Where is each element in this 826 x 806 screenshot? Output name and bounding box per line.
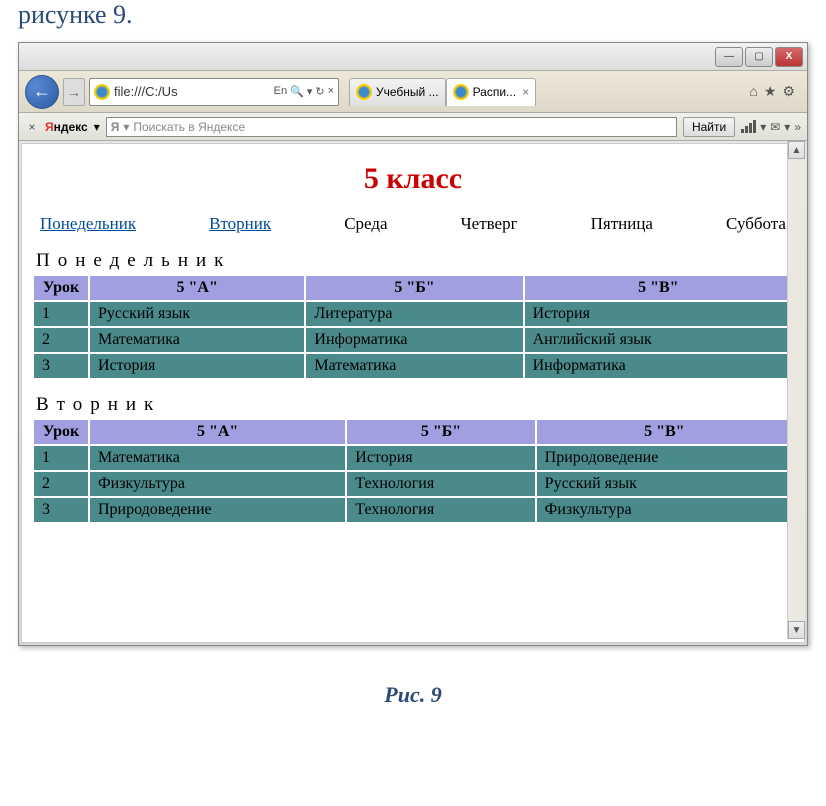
column-header: 5 "А" <box>89 419 346 445</box>
table-cell: Математика <box>89 327 305 353</box>
day-nav-item: Суббота <box>726 214 786 234</box>
forward-button[interactable]: → <box>63 78 85 106</box>
day-header: Понедельник <box>36 250 794 272</box>
stop-button[interactable]: × <box>328 85 334 98</box>
table-row: 2ФизкультураТехнологияРусский язык <box>33 471 793 497</box>
tab-label: Учебный ... <box>376 85 439 99</box>
column-header: 5 "А" <box>89 275 305 301</box>
tools-icon[interactable]: ⚙ <box>782 83 795 100</box>
close-button[interactable]: X <box>775 47 803 67</box>
column-header: 5 "Б" <box>346 419 535 445</box>
home-icon[interactable]: ⌂ <box>749 83 757 100</box>
signal-icon[interactable] <box>741 120 756 133</box>
tab-uchebny[interactable]: Учебный ... <box>349 78 446 106</box>
table-row: 3ПриродоведениеТехнологияФизкультура <box>33 497 793 523</box>
column-header: 5 "В" <box>536 419 793 445</box>
yandex-logo[interactable]: Яндекс <box>45 120 88 134</box>
yandex-more-button[interactable]: » <box>794 120 801 134</box>
table-cell: Физкультура <box>536 497 793 523</box>
days-nav: Понедельник Вторник Среда Четверг Пятница Суб… <box>40 214 786 234</box>
day-nav-item[interactable]: Вторник <box>209 214 271 234</box>
table-cell: 1 <box>33 301 89 327</box>
url-text: file:///C:/Us <box>114 84 270 99</box>
table-cell: Русский язык <box>536 471 793 497</box>
table-cell: Математика <box>305 353 523 379</box>
page-title: 5 класс <box>32 162 794 196</box>
table-row: 2МатематикаИнформатикаАнглийский язык <box>33 327 793 353</box>
scroll-up-icon[interactable]: ▲ <box>788 141 805 159</box>
day-nav-item[interactable]: Понедельник <box>40 214 136 234</box>
yandex-close-icon[interactable]: × <box>25 120 39 134</box>
maximize-button[interactable]: ▢ <box>745 47 773 67</box>
table-cell: Английский язык <box>524 327 793 353</box>
day-header: Вторник <box>36 394 794 416</box>
table-cell: Природоведение <box>536 445 793 471</box>
day-nav-item: Четверг <box>461 214 518 234</box>
lang-indicator: En <box>274 85 287 98</box>
table-cell: 2 <box>33 327 89 353</box>
address-bar[interactable]: file:///C:/Us En 🔍 ▾ ↻ × <box>89 78 339 106</box>
back-button[interactable]: ← <box>25 75 59 109</box>
table-cell: Технология <box>346 497 535 523</box>
table-cell: 1 <box>33 445 89 471</box>
table-cell: Математика <box>89 445 346 471</box>
ie-icon <box>94 84 110 100</box>
table-row: 3ИсторияМатематикаИнформатика <box>33 353 793 379</box>
yandex-dropdown3[interactable]: ▾ <box>784 120 790 134</box>
table-row: 1МатематикаИсторияПриродоведение <box>33 445 793 471</box>
figure-caption: Рис. 9 <box>0 682 826 708</box>
yandex-dropdown-icon[interactable]: ▾ <box>123 120 129 134</box>
search-icon[interactable]: 🔍 <box>290 85 304 98</box>
schedule-table: Урок5 "А"5 "Б"5 "В"1МатематикаИсторияПри… <box>32 418 794 524</box>
yandex-placeholder: Поискать в Яндексе <box>133 120 245 134</box>
tab-label: Распи... <box>473 85 516 99</box>
tab-close-icon[interactable]: × <box>522 85 529 99</box>
column-header: Урок <box>33 419 89 445</box>
schedule-table: Урок5 "А"5 "Б"5 "В"1Русский языкЛитерату… <box>32 274 794 380</box>
surrounding-text: рисунке 9. <box>0 0 826 42</box>
ie-icon <box>356 84 372 100</box>
tab-strip: Учебный ... Распи... × <box>349 78 739 106</box>
yandex-toolbar: × Яндекс ▾ Я ▾ Поискать в Яндексе Найти … <box>19 113 807 141</box>
table-cell: История <box>89 353 305 379</box>
ie-icon <box>453 84 469 100</box>
table-cell: Литература <box>305 301 523 327</box>
table-cell: Природоведение <box>89 497 346 523</box>
table-cell: История <box>346 445 535 471</box>
table-cell: Русский язык <box>89 301 305 327</box>
table-cell: 3 <box>33 353 89 379</box>
table-row: 1Русский языкЛитератураИстория <box>33 301 793 327</box>
scroll-down-icon[interactable]: ▼ <box>788 621 805 639</box>
table-cell: История <box>524 301 793 327</box>
day-nav-item: Пятница <box>591 214 653 234</box>
favorites-icon[interactable]: ★ <box>764 83 777 100</box>
vertical-scrollbar[interactable]: ▲ ▼ <box>787 141 805 639</box>
search-dropdown[interactable]: ▾ <box>307 85 313 98</box>
minimize-button[interactable]: — <box>715 47 743 67</box>
table-cell: Технология <box>346 471 535 497</box>
yandex-mail-icon[interactable]: ✉ <box>770 120 780 134</box>
table-cell: 3 <box>33 497 89 523</box>
column-header: 5 "Б" <box>305 275 523 301</box>
day-nav-item: Среда <box>344 214 387 234</box>
column-header: Урок <box>33 275 89 301</box>
yandex-search-input[interactable]: Я ▾ Поискать в Яндексе <box>106 117 677 137</box>
tab-raspisanie[interactable]: Распи... × <box>446 78 537 106</box>
yandex-menu-dropdown[interactable]: ▾ <box>94 120 100 134</box>
table-cell: Информатика <box>305 327 523 353</box>
title-bar: — ▢ X <box>19 43 807 71</box>
table-cell: Информатика <box>524 353 793 379</box>
yandex-y-icon: Я <box>111 120 120 134</box>
browser-window: — ▢ X ← → file:///C:/Us En 🔍 ▾ ↻ × Учеб <box>18 42 808 646</box>
reload-button[interactable]: ↻ <box>315 85 324 98</box>
yandex-dropdown2[interactable]: ▾ <box>760 120 766 134</box>
page-content: 5 класс Понедельник Вторник Среда Четверг Пя… <box>21 143 805 643</box>
yandex-find-button[interactable]: Найти <box>683 117 735 137</box>
column-header: 5 "В" <box>524 275 793 301</box>
table-cell: Физкультура <box>89 471 346 497</box>
nav-bar: ← → file:///C:/Us En 🔍 ▾ ↻ × Учебный ... <box>19 71 807 113</box>
table-cell: 2 <box>33 471 89 497</box>
